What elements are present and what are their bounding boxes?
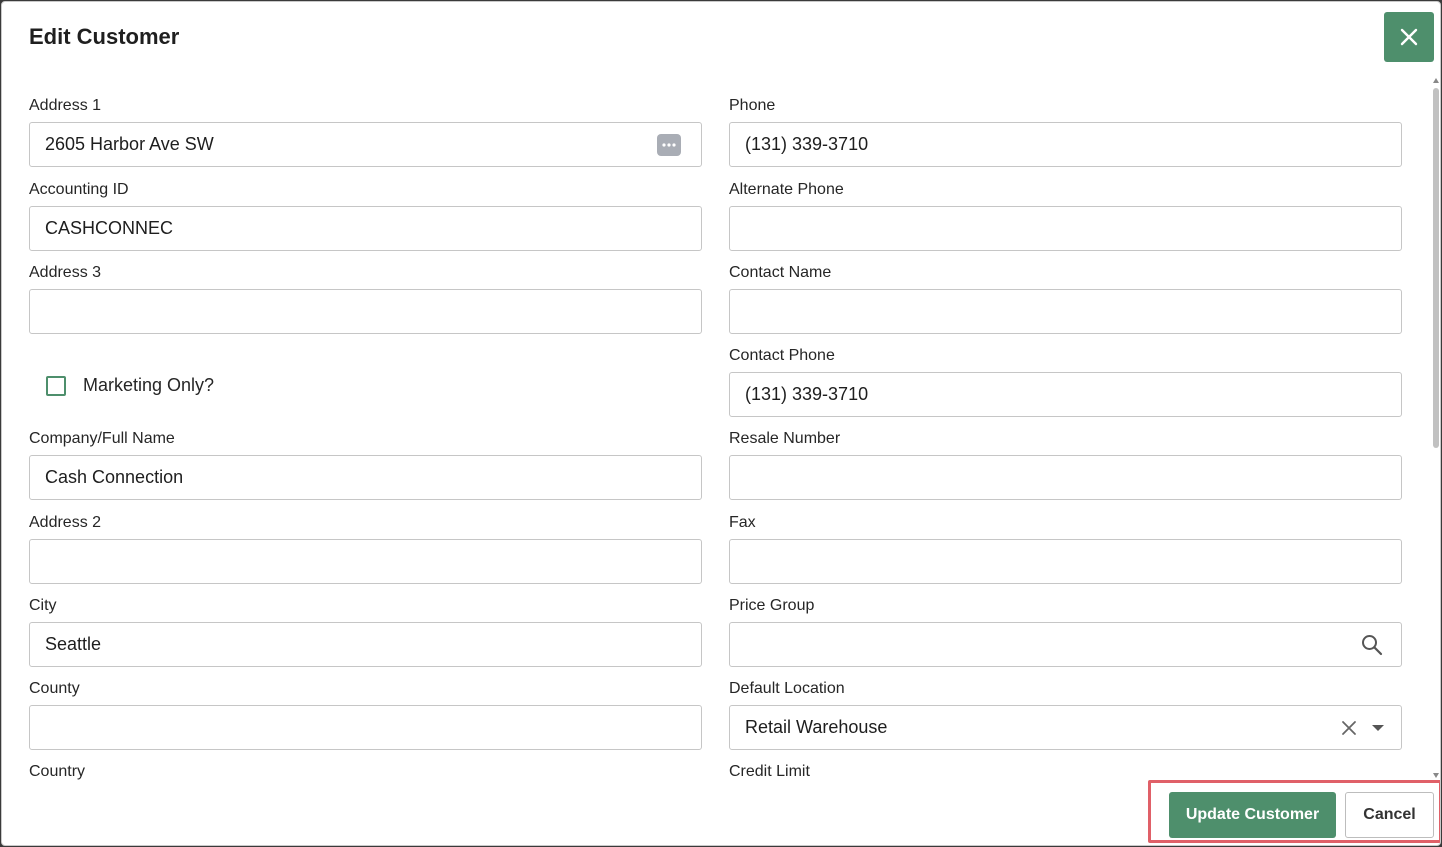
company-field[interactable]: Cash Connection	[29, 455, 702, 500]
contact-phone-field[interactable]: (131) 339-3710	[729, 372, 1402, 417]
address1-field[interactable]: 2605 Harbor Ave SW	[29, 122, 702, 167]
city-value: Seattle	[45, 634, 102, 654]
credit-limit-label: Credit Limit	[729, 763, 810, 780]
fax-label: Fax	[729, 514, 756, 531]
accounting-id-value: CASHCONNEC	[45, 218, 174, 238]
chevron-down-icon[interactable]	[1371, 706, 1385, 749]
price-group-field[interactable]	[729, 622, 1402, 667]
left-column: Address 1 2605 Harbor Ave SW Accounting …	[29, 2, 702, 845]
alternate-phone-field[interactable]	[729, 206, 1402, 251]
contact-name-label: Contact Name	[729, 264, 832, 281]
phone-field[interactable]: (131) 339-3710	[729, 122, 1402, 167]
address1-value: 2605 Harbor Ave SW	[45, 134, 214, 154]
search-icon[interactable]	[1361, 623, 1383, 666]
clear-icon[interactable]	[1341, 706, 1357, 749]
address1-label: Address 1	[29, 97, 102, 114]
county-field[interactable]	[29, 705, 702, 750]
county-label: County	[29, 680, 80, 697]
address3-field[interactable]	[29, 289, 702, 334]
fax-field[interactable]	[729, 539, 1402, 584]
address2-label: Address 2	[29, 514, 102, 531]
city-field[interactable]: Seattle	[29, 622, 702, 667]
more-options-icon[interactable]	[657, 123, 681, 166]
company-label: Company/Full Name	[29, 430, 175, 447]
price-group-label: Price Group	[729, 597, 815, 614]
accounting-id-field[interactable]: CASHCONNEC	[29, 206, 702, 251]
scroll-up-arrow-icon[interactable]	[1433, 78, 1439, 83]
marketing-only-row[interactable]: Marketing Only?	[46, 375, 214, 396]
contact-phone-label: Contact Phone	[729, 347, 835, 364]
marketing-only-label: Marketing Only?	[83, 375, 215, 395]
scrollbar-thumb[interactable]	[1433, 88, 1439, 448]
company-value: Cash Connection	[45, 467, 184, 487]
cancel-button[interactable]: Cancel	[1345, 792, 1434, 838]
default-location-value: Retail Warehouse	[745, 717, 888, 737]
accounting-id-label: Accounting ID	[29, 181, 129, 198]
update-customer-button[interactable]: Update Customer	[1169, 792, 1336, 838]
scroll-down-arrow-icon[interactable]	[1433, 773, 1439, 778]
close-icon	[1400, 28, 1418, 46]
country-label: Country	[29, 763, 86, 780]
marketing-only-checkbox[interactable]	[46, 375, 66, 396]
resale-number-field[interactable]	[729, 455, 1402, 500]
city-label: City	[29, 597, 57, 614]
default-location-select[interactable]: Retail Warehouse	[729, 705, 1402, 750]
phone-label: Phone	[729, 97, 776, 114]
default-location-label: Default Location	[729, 680, 845, 697]
resale-number-label: Resale Number	[729, 430, 841, 447]
address3-label: Address 3	[29, 264, 102, 281]
scrollbar[interactable]	[1430, 74, 1440, 782]
phone-value: (131) 339-3710	[745, 134, 869, 154]
right-column: Phone (131) 339-3710 Alternate Phone Con…	[729, 2, 1402, 845]
contact-name-field[interactable]	[729, 289, 1402, 334]
edit-customer-dialog: Edit Customer Address 1 2605 Harbor Ave …	[1, 1, 1441, 846]
address2-field[interactable]	[29, 539, 702, 584]
alternate-phone-label: Alternate Phone	[729, 181, 844, 198]
contact-phone-value: (131) 339-3710	[745, 384, 869, 404]
